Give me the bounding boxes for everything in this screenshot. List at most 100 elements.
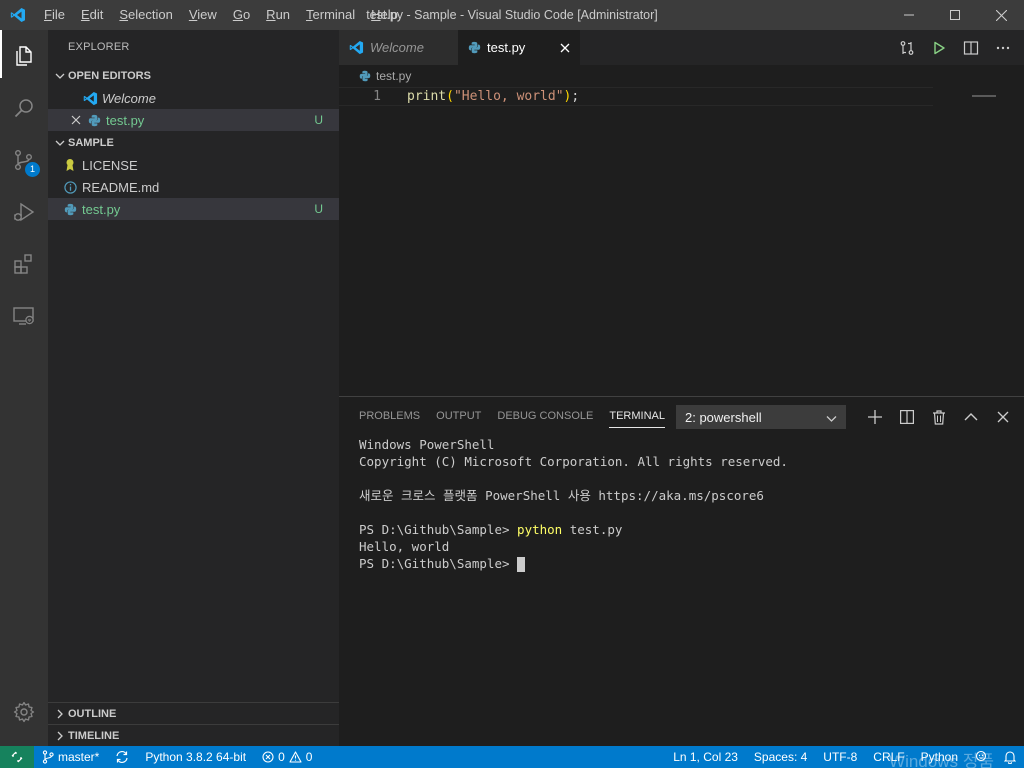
split-editor-button[interactable] xyxy=(958,35,984,61)
trash-icon xyxy=(933,409,945,425)
activity-source-control[interactable]: 1 xyxy=(0,134,48,186)
breadcrumb-file: test.py xyxy=(376,69,412,83)
open-editors-header[interactable]: OPEN EDITORS xyxy=(48,65,339,87)
close-tab-icon[interactable] xyxy=(560,43,570,53)
open-editor-test-py[interactable]: test.py U xyxy=(48,109,339,131)
new-terminal-button[interactable] xyxy=(862,405,888,429)
code-token-function: print xyxy=(407,89,447,104)
open-changes-button[interactable] xyxy=(894,35,920,61)
play-icon xyxy=(934,41,945,54)
remote-indicator[interactable] xyxy=(0,746,34,768)
sync-button[interactable] xyxy=(107,746,137,768)
terminal-line: Windows PowerShell xyxy=(359,437,495,452)
folder-header[interactable]: SAMPLE xyxy=(48,132,339,154)
activity-search[interactable] xyxy=(0,82,48,134)
cursor-position[interactable]: Ln 1, Col 23 xyxy=(665,746,746,768)
menu-view[interactable]: View xyxy=(181,0,225,30)
git-branch[interactable]: master* xyxy=(34,746,107,768)
minimize-icon xyxy=(904,14,914,16)
timeline-label: TIMELINE xyxy=(68,729,120,742)
terminal-output[interactable]: Windows PowerShell Copyright (C) Microso… xyxy=(339,436,1024,572)
terminal-prompt: PS D:\Github\Sample> xyxy=(359,556,518,571)
editor-actions xyxy=(894,30,1016,65)
bottom-panel: PROBLEMS OUTPUT DEBUG CONSOLE TERMINAL 2… xyxy=(339,396,1024,746)
chevron-right-icon xyxy=(52,731,68,741)
warning-count: 0 xyxy=(305,750,313,764)
activity-remote-explorer[interactable] xyxy=(0,290,48,342)
terminal-select[interactable]: 2: powershell xyxy=(676,405,846,429)
maximize-panel-button[interactable] xyxy=(958,405,984,429)
notifications-button[interactable] xyxy=(996,746,1024,768)
chevron-up-icon xyxy=(964,413,978,421)
tab-debug-console[interactable]: DEBUG CONSOLE xyxy=(489,397,601,436)
file-test-py[interactable]: test.py U xyxy=(48,198,339,220)
menu-help[interactable]: Help xyxy=(363,0,406,30)
end-of-line[interactable]: CRLF xyxy=(865,746,912,768)
tab-test-py[interactable]: test.py xyxy=(458,30,580,65)
activity-extensions[interactable] xyxy=(0,238,48,290)
language-mode[interactable]: Python xyxy=(913,746,966,768)
file-readme[interactable]: README.md xyxy=(48,176,339,198)
vscode-icon xyxy=(349,40,364,55)
menu-edit[interactable]: Edit xyxy=(73,0,111,30)
problems-summary[interactable]: 0 0 xyxy=(254,746,320,768)
status-bar-right: Ln 1, Col 23 Spaces: 4 UTF-8 CRLF Python xyxy=(665,746,1024,768)
outline-label: OUTLINE xyxy=(68,707,117,720)
sidebar-collapsed-sections: OUTLINE TIMELINE xyxy=(48,702,339,746)
split-editor-icon xyxy=(963,40,979,55)
breadcrumb[interactable]: test.py xyxy=(339,65,1024,87)
outline-header[interactable]: OUTLINE xyxy=(48,702,339,724)
tab-output[interactable]: OUTPUT xyxy=(428,397,489,436)
ellipsis-icon xyxy=(996,46,1010,49)
title-bar: File Edit Selection View Go Run Terminal… xyxy=(0,0,1024,30)
untracked-badge: U xyxy=(314,202,323,216)
terminal-line: PS D:\Github\Sample> xyxy=(359,555,1024,572)
menu-file[interactable]: File xyxy=(36,0,73,30)
tab-welcome[interactable]: Welcome xyxy=(339,30,458,65)
file-label: test.py xyxy=(82,201,121,217)
close-icon xyxy=(997,411,1009,423)
menu-go[interactable]: Go xyxy=(225,0,258,30)
menu-terminal[interactable]: Terminal xyxy=(298,0,363,30)
split-terminal-button[interactable] xyxy=(894,405,920,429)
activity-run-debug[interactable] xyxy=(0,186,48,238)
tab-terminal[interactable]: TERMINAL xyxy=(601,397,673,436)
terminal-command-arg: test.py xyxy=(562,522,623,537)
run-python-file-button[interactable] xyxy=(926,35,952,61)
explorer-icon xyxy=(16,46,32,66)
code-line[interactable]: 1 print("Hello, world"); xyxy=(339,87,933,106)
close-window-button[interactable] xyxy=(978,0,1024,30)
minimize-button[interactable] xyxy=(886,0,932,30)
python-interpreter[interactable]: Python 3.8.2 64-bit xyxy=(137,746,254,768)
maximize-button[interactable] xyxy=(932,0,978,30)
minimap[interactable] xyxy=(968,87,1024,97)
open-editor-welcome[interactable]: Welcome xyxy=(48,87,339,109)
file-label: README.md xyxy=(82,179,160,195)
tab-problems[interactable]: PROBLEMS xyxy=(351,397,428,436)
activity-explorer[interactable] xyxy=(0,30,48,82)
kill-terminal-button[interactable] xyxy=(926,405,952,429)
menu-selection[interactable]: Selection xyxy=(111,0,180,30)
encoding[interactable]: UTF-8 xyxy=(815,746,865,768)
activity-manage[interactable] xyxy=(0,686,48,738)
timeline-header[interactable]: TIMELINE xyxy=(48,724,339,746)
indentation[interactable]: Spaces: 4 xyxy=(746,746,815,768)
chevron-right-icon xyxy=(52,709,68,719)
license-icon xyxy=(62,157,78,173)
python-icon xyxy=(86,112,102,128)
file-license[interactable]: LICENSE xyxy=(48,154,339,176)
warning-icon xyxy=(289,751,302,763)
close-editor-icon[interactable] xyxy=(68,112,84,128)
editor-tabs: Welcome test.py xyxy=(339,30,1024,65)
python-icon xyxy=(468,41,481,54)
line-number: 1 xyxy=(373,89,381,104)
feedback-button[interactable] xyxy=(966,746,996,768)
settings-gear-icon xyxy=(13,701,35,723)
menu-run[interactable]: Run xyxy=(258,0,298,30)
close-panel-button[interactable] xyxy=(990,405,1016,429)
info-icon xyxy=(62,179,78,195)
more-actions-button[interactable] xyxy=(990,35,1016,61)
tab-label: test.py xyxy=(487,40,526,55)
code-token-paren: ( xyxy=(446,89,454,104)
